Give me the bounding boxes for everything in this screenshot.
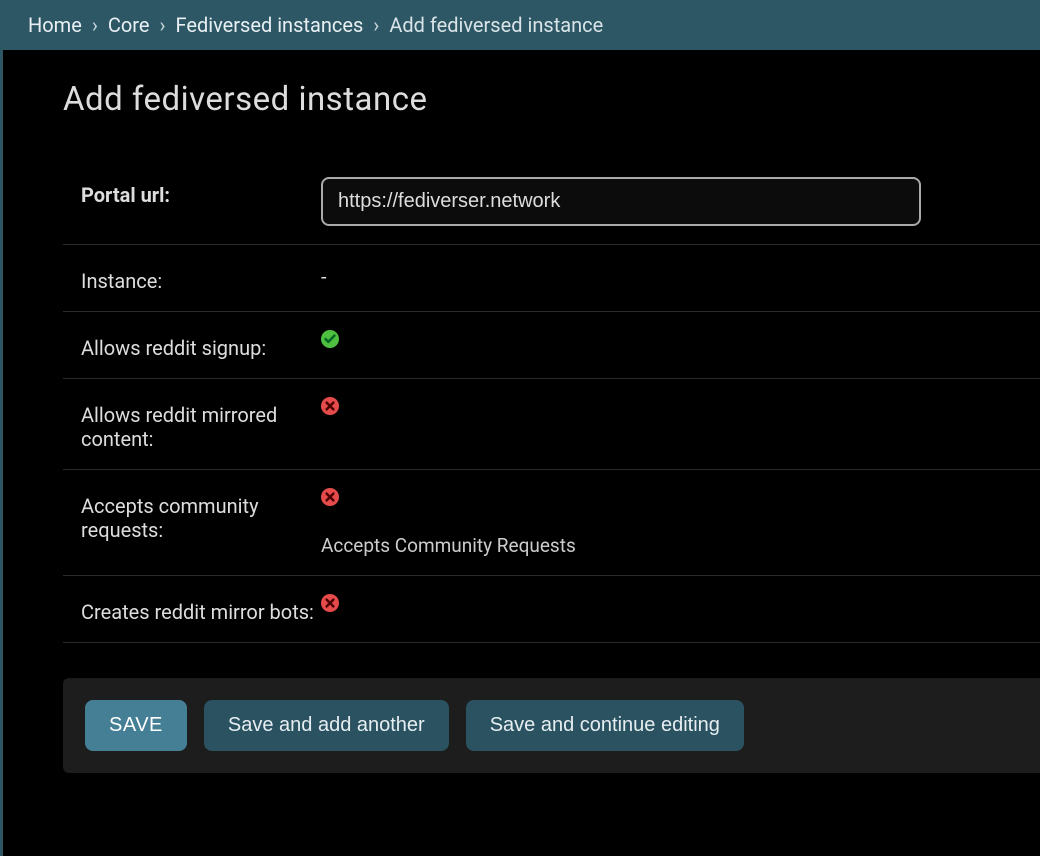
page-title: Add fediversed instance (63, 80, 1040, 119)
breadcrumb: Home › Core › Fediversed instances › Add… (0, 0, 1040, 50)
submit-row: Save Save and add another Save and conti… (63, 678, 1040, 773)
breadcrumb-fediversed-instances[interactable]: Fediversed instances (175, 13, 363, 37)
check-no-icon (321, 594, 1022, 616)
allows-reddit-mirrored-content-label: Allows reddit mirrored content: (81, 397, 321, 451)
field-allows-reddit-signup: Allows reddit signup: (63, 312, 1040, 379)
breadcrumb-separator: › (159, 13, 165, 37)
check-no-icon (321, 488, 1022, 510)
breadcrumb-current: Add fediversed instance (389, 13, 603, 37)
breadcrumb-core[interactable]: Core (108, 13, 150, 37)
instance-label: Instance: (81, 263, 321, 293)
portal-url-input[interactable] (321, 177, 921, 226)
field-portal-url: Portal url: (63, 159, 1040, 245)
save-and-continue-button[interactable]: Save and continue editing (466, 700, 744, 751)
field-instance: Instance: - (63, 245, 1040, 312)
allows-reddit-signup-label: Allows reddit signup: (81, 330, 321, 360)
portal-url-label: Portal url: (81, 177, 321, 207)
field-accepts-community-requests: Accepts community requests: Accepts Comm… (63, 470, 1040, 576)
accepts-community-requests-label: Accepts community requests: (81, 488, 321, 542)
breadcrumb-home[interactable]: Home (28, 13, 82, 37)
main-content: Add fediversed instance Portal url: Inst… (3, 50, 1040, 773)
breadcrumb-separator: › (373, 13, 379, 37)
instance-value: - (321, 263, 1022, 289)
field-allows-reddit-mirrored-content: Allows reddit mirrored content: (63, 379, 1040, 470)
accepts-community-requests-help: Accepts Community Requests (321, 524, 1022, 557)
creates-reddit-mirror-bots-label: Creates reddit mirror bots: (81, 594, 321, 624)
field-creates-reddit-mirror-bots: Creates reddit mirror bots: (63, 576, 1040, 643)
save-and-add-button[interactable]: Save and add another (204, 700, 449, 751)
breadcrumb-separator: › (92, 13, 98, 37)
check-no-icon (321, 397, 1022, 419)
check-yes-icon (321, 330, 1022, 352)
save-button[interactable]: Save (85, 700, 187, 751)
